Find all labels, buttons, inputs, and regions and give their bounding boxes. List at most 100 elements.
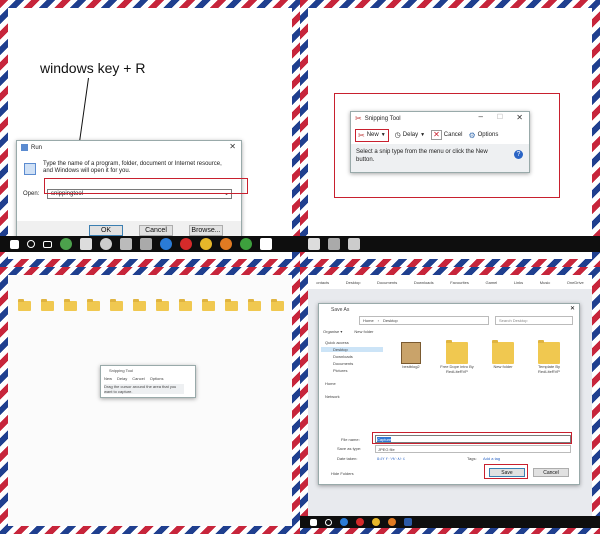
hide-folders-button[interactable]: Hide Folders [331, 471, 354, 476]
toolbar-item-gamel[interactable]: Gamel [485, 280, 497, 285]
folder-icon [538, 340, 560, 364]
panel-save-as: ontacts Desktop Documents Downloads Favo… [300, 267, 600, 534]
settings-icon[interactable] [140, 238, 152, 250]
save-type-select[interactable]: JPEG file [375, 445, 571, 453]
address-bar[interactable]: Home › Desktop [359, 316, 489, 325]
folder-icon[interactable] [18, 299, 31, 311]
cancel-button[interactable]: Cancel [132, 376, 144, 381]
toolbar-item-music[interactable]: Music [540, 280, 550, 285]
date-taken-value: ٢٠١٩/٠٨/٠٤ ٥:٤٢ [377, 456, 406, 461]
file-item[interactable]: bestblog2 [393, 342, 429, 374]
maximize-icon[interactable]: ☐ [497, 113, 503, 121]
ok-button[interactable]: OK [89, 225, 123, 236]
search-icon[interactable] [27, 240, 35, 248]
folder-icon [492, 340, 514, 364]
new-button[interactable]: ✂ New ▼ [355, 128, 389, 142]
file-name: bestblog2 [402, 364, 420, 369]
chevron-down-icon[interactable]: ▼ [381, 132, 386, 138]
delay-button[interactable]: ◷ Delay ▼ [395, 131, 425, 139]
close-icon[interactable]: ✕ [229, 142, 236, 151]
nav-item-documents[interactable]: Documents [321, 361, 383, 366]
breadcrumb-desktop[interactable]: Desktop [383, 318, 398, 323]
search-icon[interactable] [325, 518, 332, 526]
file-item[interactable]: Free Dope intro By RedLiteRVP [439, 340, 475, 374]
toolbar-item-links[interactable]: Links [514, 280, 523, 285]
search-input[interactable]: Search Desktop [495, 316, 573, 325]
utorrent-icon[interactable] [240, 238, 252, 250]
delay-label: Delay [402, 132, 419, 138]
chevron-down-icon[interactable]: ▼ [420, 132, 425, 138]
app-icon[interactable] [328, 238, 340, 250]
desktop-folder-row [18, 299, 284, 311]
toolbar-item-downloads[interactable]: Downloads [414, 280, 434, 285]
new-folder-button[interactable]: New folder [354, 329, 373, 334]
store-icon[interactable] [80, 238, 92, 250]
app-icon[interactable] [348, 238, 360, 250]
app-icon[interactable] [100, 238, 112, 250]
windows-start-icon[interactable] [310, 518, 317, 526]
folder-icon[interactable] [110, 299, 123, 311]
file-name-label: File name: [341, 437, 360, 442]
minimize-icon[interactable]: – [479, 112, 483, 121]
file-item[interactable]: New folder [485, 340, 521, 374]
nav-item-desktop[interactable]: Desktop [321, 347, 383, 352]
chrome-icon[interactable] [200, 238, 212, 250]
folder-icon[interactable] [41, 299, 54, 311]
breadcrumb-home[interactable]: Home [363, 318, 374, 323]
nav-item-home[interactable]: Home [321, 381, 383, 386]
calculator-icon[interactable] [120, 238, 132, 250]
firefox-icon[interactable] [388, 518, 396, 526]
file-name: Template By RedLiteRVP [537, 364, 560, 374]
folder-icon[interactable] [271, 299, 284, 311]
nav-item-pictures[interactable]: Pictures [321, 368, 383, 373]
run-titlebar: Run ✕ [17, 141, 241, 154]
chrome-icon[interactable] [372, 518, 380, 526]
new-button[interactable]: New [104, 376, 112, 381]
toolbar-item-desktop[interactable]: Desktop [346, 280, 361, 285]
folder-icon[interactable] [64, 299, 77, 311]
organise-button[interactable]: Organise ▾ [323, 329, 342, 334]
options-button[interactable]: ⚙ Options [468, 131, 498, 140]
help-icon[interactable]: ? [514, 150, 523, 159]
folder-icon[interactable] [225, 299, 238, 311]
cancel-button[interactable]: ✕ Cancel [431, 130, 462, 140]
xbox-icon[interactable] [60, 238, 72, 250]
folder-icon[interactable] [133, 299, 146, 311]
folder-icon[interactable] [156, 299, 169, 311]
panel-run-dialog: windows key + R Run ✕ Type the name of a… [0, 0, 300, 267]
file-item[interactable]: Template By RedLiteRVP [531, 340, 567, 374]
opera-icon[interactable] [356, 518, 364, 526]
app-icon[interactable] [308, 238, 320, 250]
close-icon[interactable]: ✕ [570, 305, 575, 312]
tags-value[interactable]: Add a tag [483, 456, 500, 461]
edge-icon[interactable] [160, 238, 172, 250]
close-icon[interactable]: ✕ [516, 113, 523, 122]
snipping-tool-icon[interactable] [260, 238, 272, 250]
panel-desktop-inner: Snipping Tool New Delay Cancel Options D… [8, 275, 292, 526]
toolbar-item-onedrive[interactable]: OneDrive [567, 280, 584, 285]
windows-start-icon[interactable] [10, 239, 19, 249]
folder-icon[interactable] [202, 299, 215, 311]
folder-icon[interactable] [87, 299, 100, 311]
firefox-icon[interactable] [220, 238, 232, 250]
file-grid: bestblog2 Free Dope intro By RedLiteRVP … [393, 340, 567, 374]
folder-icon[interactable] [179, 299, 192, 311]
toolbar-item-documents[interactable]: Documents [377, 280, 397, 285]
cancel-button[interactable]: Cancel [533, 468, 569, 477]
cancel-button[interactable]: Cancel [139, 225, 173, 236]
photoshop-icon[interactable] [404, 518, 412, 526]
nav-item-downloads[interactable]: Downloads [321, 354, 383, 359]
nav-item-quick-access[interactable]: Quick access [321, 340, 383, 345]
opera-icon[interactable] [180, 238, 192, 250]
toolbar-item-contacts[interactable]: ontacts [316, 280, 329, 285]
folder-icon[interactable] [248, 299, 261, 311]
edge-icon[interactable] [340, 518, 348, 526]
scissors-icon: ✂ [355, 114, 362, 123]
panel-desktop-snip: Snipping Tool New Delay Cancel Options D… [0, 267, 300, 534]
nav-item-network[interactable]: Network [321, 394, 383, 399]
toolbar-item-favourites[interactable]: Favourites [450, 280, 469, 285]
options-button[interactable]: Options [150, 376, 164, 381]
delay-button[interactable]: Delay [117, 376, 127, 381]
browse-button[interactable]: Browse... [189, 225, 223, 236]
task-view-icon[interactable] [43, 240, 52, 248]
